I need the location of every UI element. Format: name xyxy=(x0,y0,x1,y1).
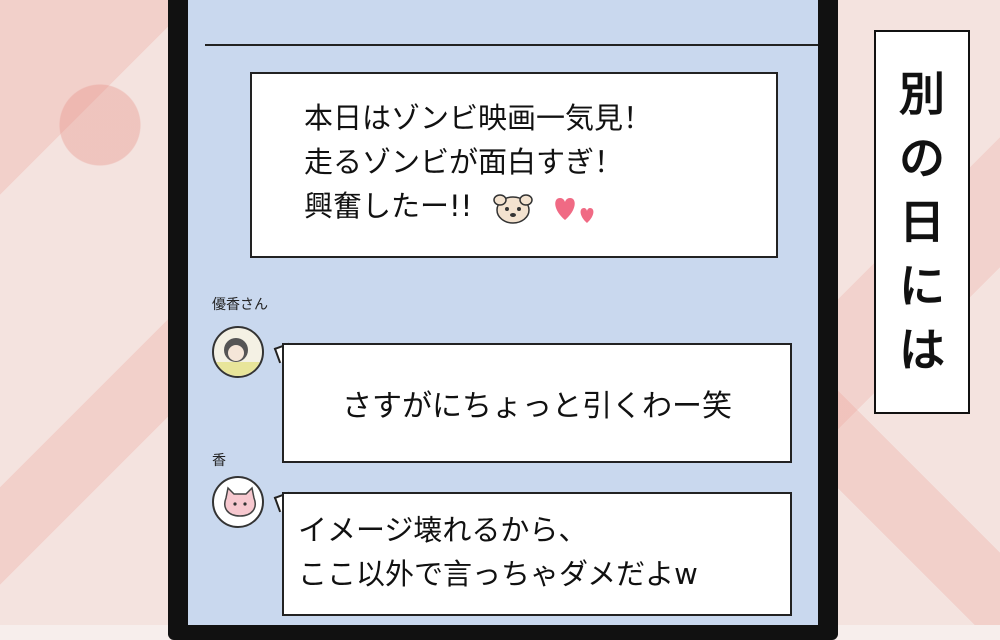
comment-2-line-1: イメージ壊れるから、 xyxy=(298,513,588,547)
comment-bubble-2: イメージ壊れるから、 ここ以外で言っちゃダメだよw xyxy=(282,492,792,616)
caption-char: 別 xyxy=(899,67,945,121)
comment-2-line-2: ここ以外で言っちゃダメだよw xyxy=(298,557,698,591)
caption-char: に xyxy=(899,259,945,313)
post-line-1: 本日はゾンビ映画一気見！ xyxy=(304,101,653,135)
person-avatar-icon[interactable] xyxy=(212,326,264,378)
post-line-3: 興奮したー!! xyxy=(304,184,776,228)
cat-avatar-icon[interactable] xyxy=(212,476,264,528)
top-bar xyxy=(205,0,818,46)
caption-char: は xyxy=(899,323,945,377)
comment-bubble-1: さすがにちょっと引くわー笑 xyxy=(282,343,792,463)
commenter-name-2: 香 xyxy=(212,453,226,469)
post-line-2: 走るゾンビが面白すぎ！ xyxy=(304,145,624,179)
caption-char: 日 xyxy=(899,195,945,249)
caption-box: 別 の 日 に は xyxy=(874,30,970,414)
post-bubble: 本日はゾンビ映画一気見！ 走るゾンビが面白すぎ！ 興奮したー!! xyxy=(250,72,778,258)
commenter-name-1: 優香さん xyxy=(212,297,268,313)
caption-char: の xyxy=(899,131,945,185)
hearts-icon xyxy=(554,198,594,223)
dog-face-icon xyxy=(493,194,534,224)
